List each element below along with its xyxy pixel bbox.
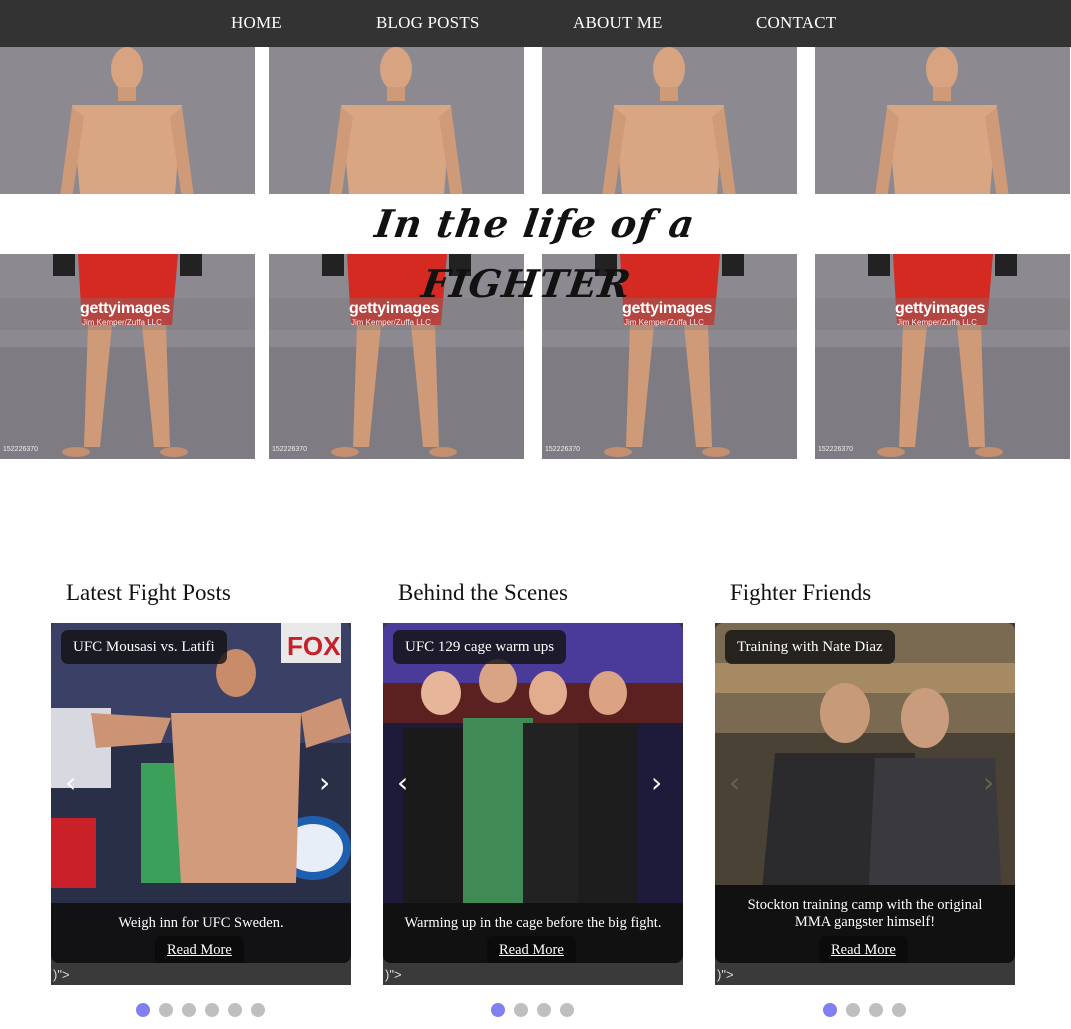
photo-credit: Jim Kemper/Zuffa LLC bbox=[82, 318, 162, 327]
slide-caption-text: Warming up in the cage before the big fi… bbox=[404, 915, 662, 931]
carousel-dots-latest-fight-posts bbox=[136, 1003, 274, 1017]
stray-markup-text: )"> bbox=[53, 967, 70, 982]
slide-caption-text: Weigh inn for UFC Sweden. bbox=[118, 915, 284, 931]
nav-contact-link[interactable]: CONTACT bbox=[756, 13, 836, 33]
read-more-button[interactable]: Read More bbox=[487, 936, 576, 963]
photo-credit: Jim Kemper/Zuffa LLC bbox=[624, 318, 704, 327]
carousel-dot[interactable] bbox=[491, 1003, 505, 1017]
svg-text:FOX: FOX bbox=[287, 631, 341, 661]
image-id: 152226370 bbox=[272, 446, 308, 453]
carousel-dots-fighter-friends bbox=[823, 1003, 915, 1017]
carousel-latest-fight-posts: FOX ‹ › UFC Mousasi vs. Latifi Weigh inn… bbox=[51, 623, 351, 985]
chevron-left-icon[interactable]: ‹ bbox=[729, 769, 749, 797]
chevron-left-icon[interactable]: ‹ bbox=[65, 769, 85, 797]
slide-tag: Training with Nate Diaz bbox=[725, 630, 895, 664]
section-title-fighter-friends: Fighter Friends bbox=[730, 580, 872, 605]
watermark-band: gettyimages Jim Kemper/Zuffa LLC bbox=[815, 298, 1070, 330]
section-title-behind-the-scenes: Behind the Scenes bbox=[398, 580, 568, 605]
carousel-dot[interactable] bbox=[228, 1003, 242, 1017]
nav-home-link[interactable]: HOME bbox=[231, 13, 282, 33]
nav-blog-posts-link[interactable]: BLOG POSTS bbox=[376, 13, 480, 33]
nav-about-me-link[interactable]: ABOUT ME bbox=[573, 13, 663, 33]
chevron-right-icon[interactable]: › bbox=[319, 769, 339, 797]
carousel-dot[interactable] bbox=[869, 1003, 883, 1017]
carousel-dot[interactable] bbox=[251, 1003, 265, 1017]
carousel-slide-image: FOX ‹ › UFC Mousasi vs. Latifi Weigh inn… bbox=[51, 623, 351, 963]
carousel-dot[interactable] bbox=[514, 1003, 528, 1017]
carousel-dot[interactable] bbox=[159, 1003, 173, 1017]
hero-title: In the life of a FIGHTER bbox=[372, 201, 698, 306]
photo-credit: Jim Kemper/Zuffa LLC bbox=[351, 318, 431, 327]
chevron-left-icon[interactable]: ‹ bbox=[397, 769, 417, 797]
top-nav: HOME BLOG POSTS ABOUT ME CONTACT bbox=[0, 0, 1071, 47]
carousel-slide-image: ‹ › UFC 129 cage warm ups Warming up in … bbox=[383, 623, 683, 963]
carousel-dot[interactable] bbox=[182, 1003, 196, 1017]
stray-markup-text: )"> bbox=[717, 967, 734, 982]
carousel-dot[interactable] bbox=[537, 1003, 551, 1017]
image-id: 152226370 bbox=[818, 446, 854, 453]
read-more-button[interactable]: Read More bbox=[819, 936, 908, 963]
carousel-fighter-friends: ‹ › Training with Nate Diaz Stockton tra… bbox=[715, 623, 1015, 985]
getty-watermark: gettyimages bbox=[895, 300, 986, 317]
photo-credit: Jim Kemper/Zuffa LLC bbox=[897, 318, 977, 327]
carousel-dot[interactable] bbox=[136, 1003, 150, 1017]
carousel-dot[interactable] bbox=[846, 1003, 860, 1017]
carousel-dot[interactable] bbox=[823, 1003, 837, 1017]
watermark-band: gettyimages Jim Kemper/Zuffa LLC bbox=[0, 298, 255, 330]
carousel-dots-behind-the-scenes bbox=[491, 1003, 583, 1017]
section-title-latest-fight-posts: Latest Fight Posts bbox=[66, 580, 231, 605]
stray-markup-text: )"> bbox=[385, 967, 402, 982]
getty-watermark: gettyimages bbox=[80, 300, 171, 317]
chevron-right-icon[interactable]: › bbox=[983, 769, 1003, 797]
image-id: 152226370 bbox=[3, 446, 39, 453]
carousel-dot[interactable] bbox=[892, 1003, 906, 1017]
slide-caption-text: Stockton training camp with the original… bbox=[747, 897, 983, 930]
carousel-slide-image: ‹ › Training with Nate Diaz Stockton tra… bbox=[715, 623, 1015, 963]
chevron-right-icon[interactable]: › bbox=[651, 769, 671, 797]
carousel-behind-the-scenes: ‹ › UFC 129 cage warm ups Warming up in … bbox=[383, 623, 683, 985]
carousel-dot[interactable] bbox=[205, 1003, 219, 1017]
image-id: 152226370 bbox=[545, 446, 581, 453]
hero-banner: gettyimages Jim Kemper/Zuffa LLC 152226370… bbox=[0, 47, 1071, 459]
slide-tag: UFC 129 cage warm ups bbox=[393, 630, 567, 664]
carousel-dot[interactable] bbox=[560, 1003, 574, 1017]
read-more-button[interactable]: Read More bbox=[155, 936, 244, 963]
getty-watermark: gettyimages bbox=[622, 300, 713, 317]
slide-tag: UFC Mousasi vs. Latifi bbox=[61, 630, 227, 664]
